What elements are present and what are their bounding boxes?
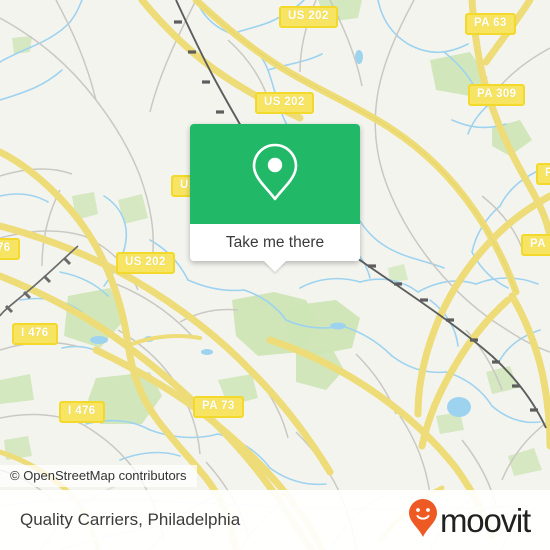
road-shield-pa-63: PA 63: [465, 13, 516, 35]
road-shield-us-202-north: US 202: [279, 6, 338, 28]
popup-footer[interactable]: Take me there: [190, 224, 360, 272]
moovit-brand[interactable]: moovit: [408, 498, 531, 543]
map-attribution[interactable]: © OpenStreetMap contributors: [0, 465, 197, 487]
road-shield-i-476-lower: I 476: [59, 401, 105, 423]
moovit-smiley-pin-icon: [408, 498, 438, 543]
location-popup-card[interactable]: Take me there: [190, 124, 360, 272]
map-pin-icon: [251, 142, 299, 207]
popup-header: [190, 124, 360, 224]
take-me-there-label: Take me there: [225, 233, 325, 251]
road-shield-pa-73: PA 73: [193, 396, 244, 418]
road-shield-us-202-mid: US 202: [116, 252, 175, 274]
place-title: Quality Carriers, Philadelphia: [20, 510, 241, 529]
road-shield-76-clipped: 76: [0, 238, 20, 260]
road-shield-pa-309: PA 309: [468, 84, 526, 106]
bottom-info-bar: Quality Carriers, Philadelphia moovit: [0, 490, 550, 550]
map-screenshot: US 202 PA 63 US 202 PA 309 US P 76 US 20…: [0, 0, 550, 550]
moovit-wordmark: moovit: [440, 501, 531, 539]
road-shield-i-476-upper: I 476: [12, 323, 58, 345]
road-shield-pa-clipped: PA: [521, 234, 550, 256]
popup-tail-pointer: [264, 261, 286, 272]
road-shield-p-clipped: P: [536, 163, 550, 185]
road-shield-us-202-upper: US 202: [255, 92, 314, 114]
